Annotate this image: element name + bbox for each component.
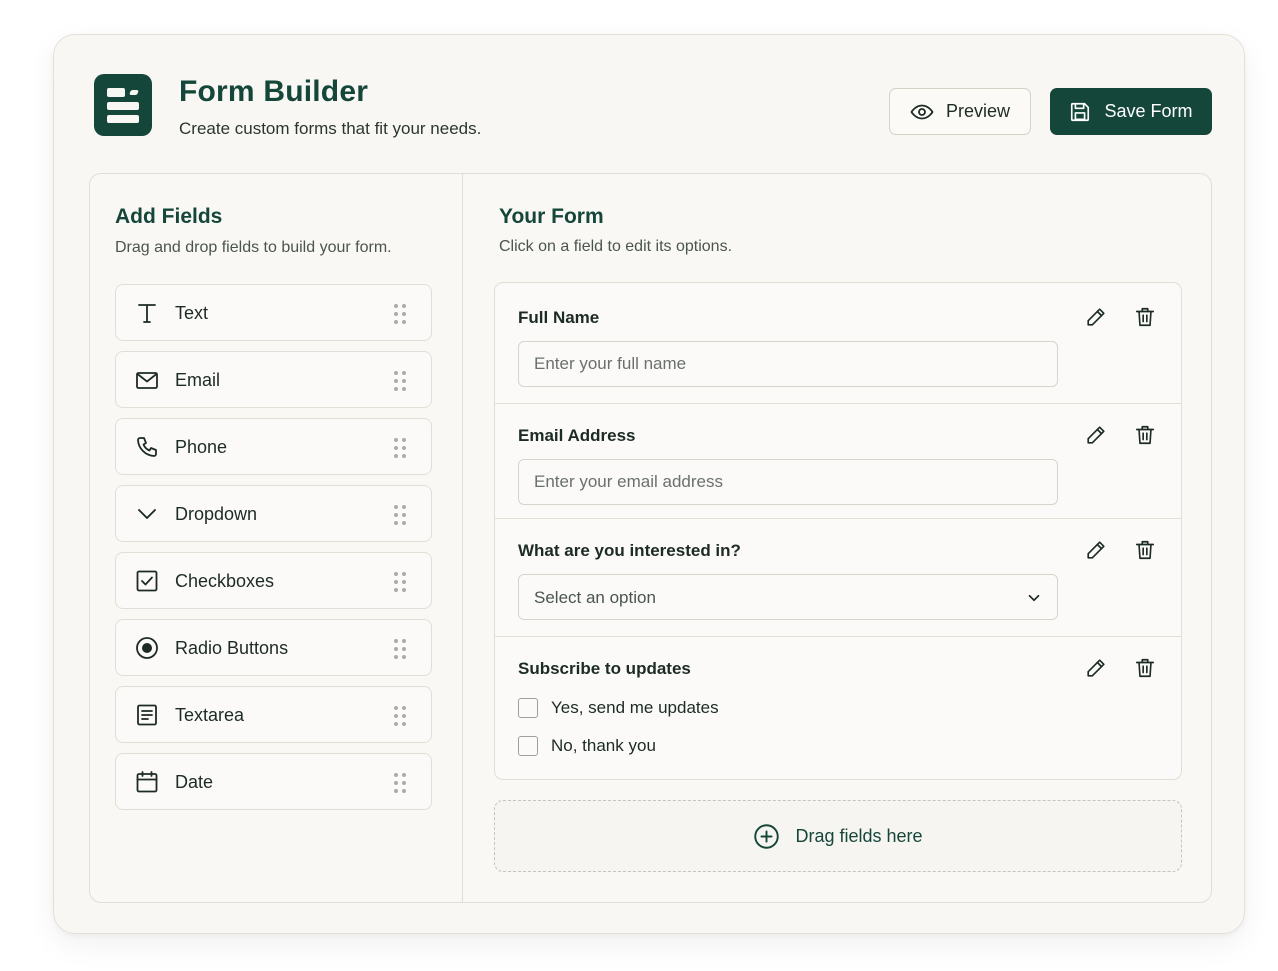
form-document-icon (94, 74, 152, 136)
interests-select[interactable]: Select an option (518, 574, 1058, 620)
textarea-icon (135, 703, 159, 727)
palette-item-label: Textarea (175, 705, 245, 725)
palette-item-date[interactable]: Date (115, 753, 432, 810)
chevron-down-icon (135, 502, 159, 526)
add-fields-subtitle: Drag and drop fields to build your form. (115, 239, 392, 256)
chevron-down-icon (1028, 594, 1040, 602)
eye-icon (910, 104, 934, 119)
palette-item-dropdown[interactable]: Dropdown (115, 485, 432, 542)
field-label: Subscribe to updates (518, 659, 691, 678)
select-placeholder: Select an option (534, 588, 656, 607)
palette-item-label: Dropdown (175, 504, 258, 524)
preview-button-label: Preview (945, 101, 1011, 121)
envelope-icon (135, 368, 159, 392)
text-t-icon (135, 301, 159, 325)
palette-item-label: Checkboxes (175, 571, 275, 591)
trash-icon[interactable] (1134, 657, 1156, 679)
drag-handle-icon[interactable] (394, 706, 408, 726)
checkbox[interactable] (518, 698, 538, 718)
calendar-icon (135, 770, 159, 794)
page-title: Form Builder (179, 75, 369, 108)
trash-icon[interactable] (1134, 424, 1156, 446)
form-field-email-address[interactable]: Email Address (495, 404, 1181, 519)
plus-circle-icon (754, 823, 780, 849)
drop-zone[interactable]: Drag fields here (494, 800, 1182, 872)
radio-icon (135, 636, 159, 660)
your-form-subtitle: Click on a field to edit its options. (499, 238, 733, 255)
builder-workspace: Add Fields Drag and drop fields to build… (89, 173, 1212, 903)
drag-handle-icon[interactable] (394, 572, 408, 592)
checkbox-option-no[interactable]: No, thank you (518, 734, 656, 758)
palette-item-radio-buttons[interactable]: Radio Buttons (115, 619, 432, 676)
field-label: What are you interested in? (518, 541, 741, 560)
drag-handle-icon[interactable] (394, 505, 408, 525)
checkbox-label: Yes, send me updates (551, 698, 719, 717)
pencil-icon[interactable] (1085, 539, 1107, 561)
field-label: Email Address (518, 426, 636, 445)
palette-item-label: Date (175, 772, 214, 792)
floppy-disk-icon (1071, 102, 1090, 121)
trash-icon[interactable] (1134, 306, 1156, 328)
pencil-icon[interactable] (1085, 306, 1107, 328)
palette-item-label: Text (175, 303, 209, 323)
palette-item-phone[interactable]: Phone (115, 418, 432, 475)
save-form-button[interactable]: Save Form (1050, 88, 1212, 135)
add-fields-title: Add Fields (115, 205, 223, 228)
palette-item-label: Phone (175, 437, 228, 457)
pencil-icon[interactable] (1085, 657, 1107, 679)
form-field-interests[interactable]: What are you interested in? Select an op… (495, 519, 1181, 637)
email-address-input[interactable] (518, 459, 1058, 505)
your-form-title: Your Form (499, 205, 604, 228)
drag-handle-icon[interactable] (394, 773, 408, 793)
phone-icon (135, 435, 159, 459)
drop-zone-label: Drag fields here (795, 825, 923, 846)
panel-divider (462, 174, 463, 902)
checkbox-option-yes[interactable]: Yes, send me updates (518, 696, 719, 720)
form-builder-card: Form Builder Create custom forms that fi… (53, 34, 1245, 934)
drag-handle-icon[interactable] (394, 371, 408, 391)
palette-item-checkboxes[interactable]: Checkboxes (115, 552, 432, 609)
drag-handle-icon[interactable] (394, 438, 408, 458)
form-fields-list: Full Name Email Address (494, 282, 1182, 780)
field-label: Full Name (518, 308, 600, 327)
pencil-icon[interactable] (1085, 424, 1107, 446)
drag-handle-icon[interactable] (394, 639, 408, 659)
checkbox-label: No, thank you (551, 736, 656, 755)
drag-handle-icon[interactable] (394, 304, 408, 324)
page-subtitle: Create custom forms that fit your needs. (179, 119, 482, 138)
form-field-full-name[interactable]: Full Name (495, 283, 1181, 404)
form-field-subscribe[interactable]: Subscribe to updates Yes, send me update… (495, 637, 1181, 779)
checkbox-icon (135, 569, 159, 593)
palette-item-label: Radio Buttons (175, 638, 289, 658)
preview-button[interactable]: Preview (889, 88, 1031, 135)
palette-item-email[interactable]: Email (115, 351, 432, 408)
palette-item-text[interactable]: Text (115, 284, 432, 341)
checkbox[interactable] (518, 736, 538, 756)
palette-item-textarea[interactable]: Textarea (115, 686, 432, 743)
trash-icon[interactable] (1134, 539, 1156, 561)
palette-item-label: Email (175, 370, 221, 390)
save-form-button-label: Save Form (1104, 101, 1193, 121)
full-name-input[interactable] (518, 341, 1058, 387)
